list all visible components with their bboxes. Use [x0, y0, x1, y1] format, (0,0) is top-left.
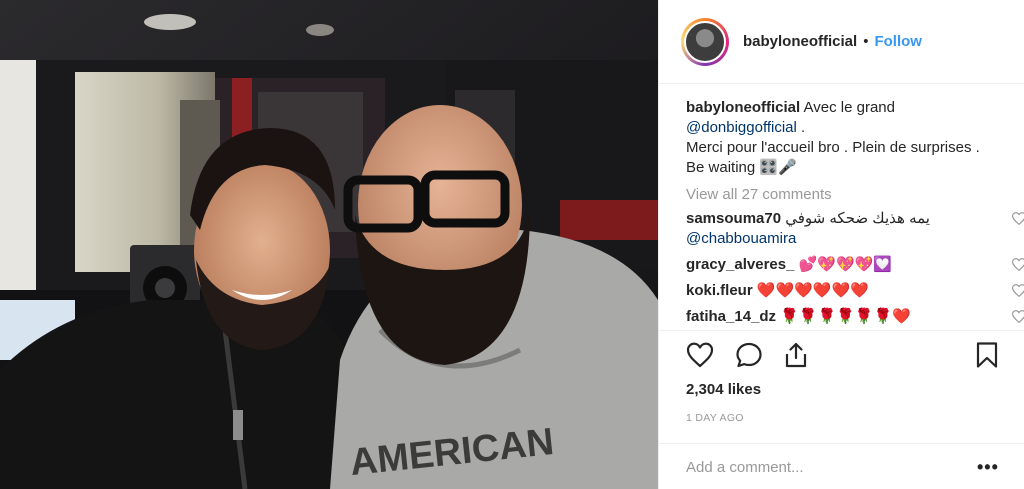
- add-comment-input[interactable]: [686, 456, 956, 478]
- comment-mention[interactable]: @chabbouamira: [686, 230, 796, 247]
- caption-text-1: Avec le grand: [800, 99, 895, 116]
- more-icon[interactable]: •••: [977, 457, 999, 478]
- header-username[interactable]: babyloneofficial: [743, 33, 857, 50]
- comment-item: koki.fleur ❤️❤️❤️❤️❤️❤️: [686, 281, 1024, 301]
- comment-text: 💕💖💖💖💟: [794, 256, 892, 273]
- caption-text-4: Be waiting 🎛️🎤: [686, 159, 797, 176]
- bookmark-icon[interactable]: [973, 341, 1001, 369]
- share-icon[interactable]: [782, 341, 810, 369]
- like-comment-heart-icon[interactable]: [1012, 212, 1024, 225]
- comment-icon[interactable]: [735, 341, 763, 369]
- comment-item: samsouma70 يمه هذيك ضحكه شوفي @chabbouam…: [686, 209, 1024, 249]
- add-comment-bar: •••: [659, 443, 1024, 489]
- caption-text-2: .: [796, 119, 806, 136]
- caption-mention[interactable]: @donbiggofficial: [686, 119, 797, 136]
- separator-dot: •: [863, 33, 869, 50]
- comments-section[interactable]: babyloneofficial Avec le grand @donbiggo…: [659, 85, 1024, 325]
- photo-image: AMERICAN: [0, 0, 658, 489]
- like-comment-heart-icon[interactable]: [1012, 284, 1024, 297]
- likes-count[interactable]: 2,304 likes: [686, 381, 761, 398]
- comment-username[interactable]: koki.fleur: [686, 282, 753, 299]
- caption-text-3: Merci pour l'accueil bro . Plein de surp…: [686, 139, 980, 156]
- comment-username[interactable]: fatiha_14_dz: [686, 308, 776, 325]
- post-actions: 2,304 likes 1 DAY AGO •••: [659, 330, 1024, 489]
- post-timestamp[interactable]: 1 DAY AGO: [686, 412, 744, 424]
- post-photo[interactable]: AMERICAN: [0, 0, 658, 489]
- like-comment-heart-icon[interactable]: [1012, 258, 1024, 271]
- comment-username[interactable]: gracy_alveres_: [686, 256, 794, 273]
- story-ring[interactable]: [681, 17, 729, 66]
- heart-icon[interactable]: [686, 341, 714, 369]
- post-side-panel: babyloneofficial • Follow babyloneoffici…: [658, 0, 1024, 489]
- follow-button[interactable]: Follow: [874, 33, 922, 50]
- comment-text: يمه هذيك ضحكه شوفي: [781, 210, 930, 227]
- comment-username[interactable]: samsouma70: [686, 210, 781, 227]
- view-all-comments-link[interactable]: View all 27 comments: [686, 186, 1024, 203]
- avatar[interactable]: [684, 20, 726, 63]
- like-comment-heart-icon[interactable]: [1012, 310, 1024, 323]
- comment-text: 🌹🌹🌹🌹🌹🌹❤️: [776, 308, 911, 325]
- comment-text: ❤️❤️❤️❤️❤️❤️: [752, 282, 869, 299]
- post-header: babyloneofficial • Follow: [659, 0, 1024, 84]
- comment-item: gracy_alveres_ 💕💖💖💖💟: [686, 255, 1024, 275]
- caption-username[interactable]: babyloneofficial: [686, 99, 800, 116]
- comment-item: fatiha_14_dz 🌹🌹🌹🌹🌹🌹❤️: [686, 307, 1024, 325]
- post-caption: babyloneofficial Avec le grand @donbiggo…: [686, 98, 1016, 178]
